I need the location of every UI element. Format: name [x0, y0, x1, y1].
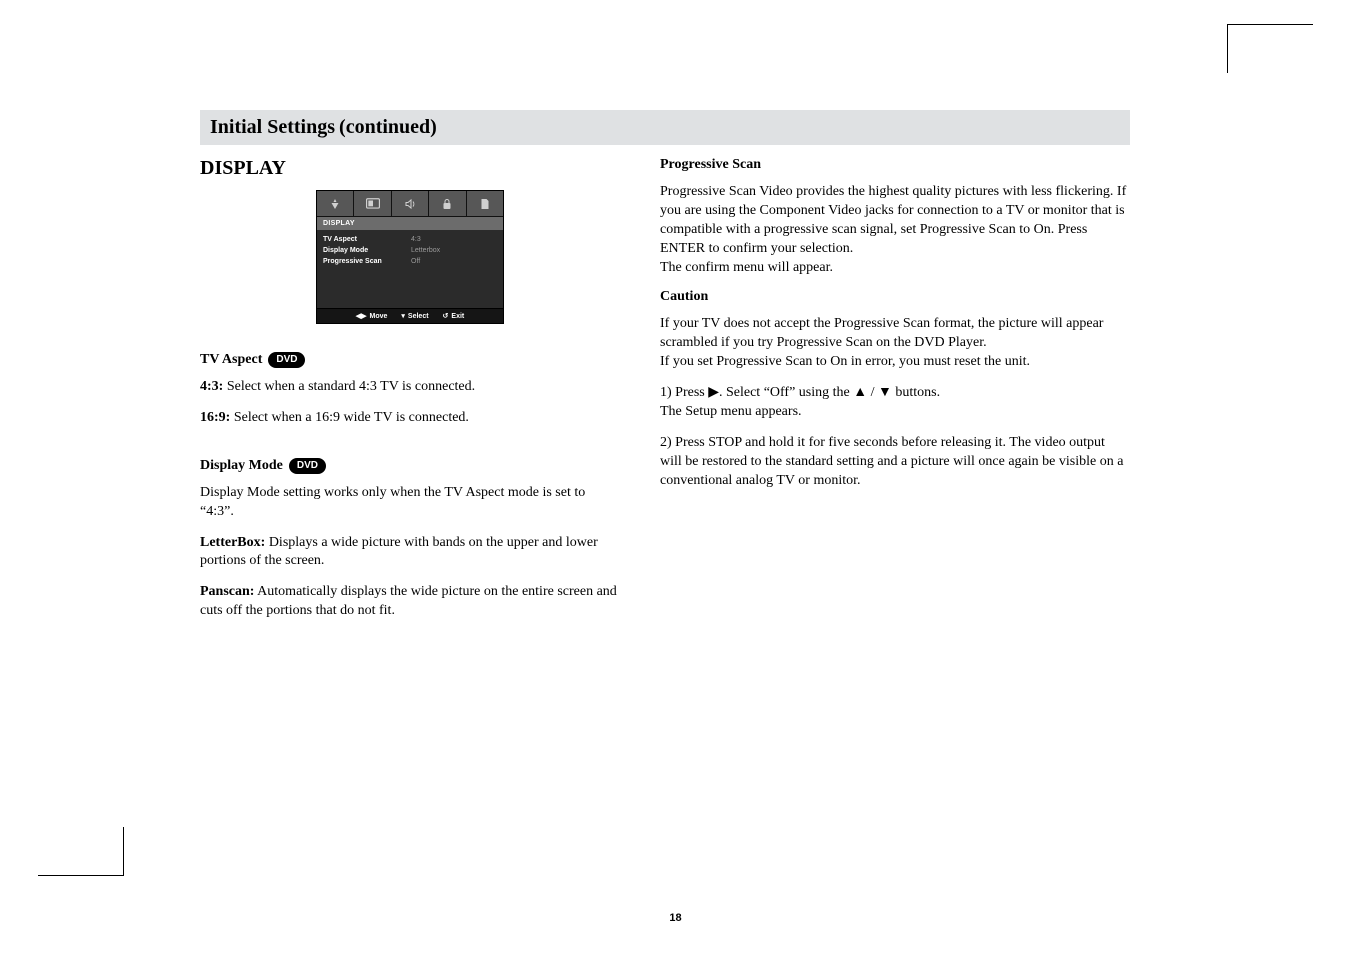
step-1: 1) Press ▶. Select “Off” using the ▲ / ▼…	[660, 384, 1130, 422]
right-column: Progressive Scan Progressive Scan Video …	[640, 157, 1130, 633]
osd-menu-screenshot: DISPLAY TV Aspect 4:3 Display Mode Lette…	[316, 190, 504, 324]
osd-body: TV Aspect 4:3 Display Mode Letterbox Pro…	[317, 230, 503, 308]
dvd-badge: DVD	[268, 352, 305, 368]
osd-tab-row	[317, 191, 503, 217]
dvd-badge: DVD	[289, 458, 326, 474]
paragraph: Display Mode setting works only when the…	[200, 484, 620, 522]
osd-header: DISPLAY	[317, 217, 503, 230]
option-text: Select when a standard 4:3 TV is connect…	[223, 379, 475, 394]
language-icon	[329, 198, 341, 210]
note-icon	[480, 198, 490, 210]
manual-page: Initial Settings (continued) DISPLAY	[200, 110, 1130, 633]
osd-row-label: Progressive Scan	[323, 258, 411, 265]
paragraph: If your TV does not accept the Progressi…	[660, 315, 1130, 372]
crop-mark-top-right	[1227, 24, 1313, 25]
osd-footer: ◀▶ Move ▾Select ↺ Exit	[317, 308, 503, 323]
osd-row-value: Off	[411, 258, 420, 265]
osd-footer-select: ▾Select	[401, 312, 428, 320]
display-icon	[366, 198, 380, 210]
osd-footer-exit-label: Exit	[451, 313, 464, 320]
audio-icon	[404, 198, 416, 210]
subheading-display-mode: Display Mode DVD	[200, 458, 326, 474]
osd-footer-move: ◀▶ Move	[356, 312, 388, 320]
paragraph: Progressive Scan Video provides the high…	[660, 183, 1130, 277]
osd-tab-display	[354, 191, 391, 217]
subheading-tv-aspect: TV Aspect DVD	[200, 352, 305, 368]
subheading-tv-aspect-label: TV Aspect	[200, 352, 262, 368]
paragraph: LetterBox: Displays a wide picture with …	[200, 534, 620, 572]
lock-icon	[442, 198, 452, 210]
osd-tab-others	[467, 191, 503, 217]
osd-row-value: Letterbox	[411, 247, 440, 254]
osd-row: Progressive Scan Off	[323, 256, 497, 267]
option-label: 16:9:	[200, 410, 230, 425]
left-column: DISPLAY	[200, 157, 640, 633]
osd-footer-select-label: Select	[408, 313, 429, 320]
option-label: Panscan:	[200, 584, 254, 599]
page-title-suffix: (continued)	[339, 116, 437, 138]
osd-row: Display Mode Letterbox	[323, 245, 497, 256]
option-text: Select when a 16:9 wide TV is connected.	[230, 410, 469, 425]
section-heading-display: DISPLAY	[200, 157, 620, 180]
step-2: 2) Press STOP and hold it for five secon…	[660, 434, 1130, 491]
osd-footer-exit: ↺ Exit	[443, 312, 465, 320]
option-text: Automatically displays the wide picture …	[200, 584, 617, 618]
osd-tab-language	[317, 191, 354, 217]
crop-mark-bottom-left	[38, 875, 124, 876]
paragraph: 16:9: Select when a 16:9 wide TV is conn…	[200, 409, 620, 428]
subheading-progressive-scan: Progressive Scan	[660, 157, 1130, 173]
osd-row-value: 4:3	[411, 236, 421, 243]
subheading-caution: Caution	[660, 289, 1130, 305]
osd-row-label: TV Aspect	[323, 236, 411, 243]
paragraph: 4:3: Select when a standard 4:3 TV is co…	[200, 378, 620, 397]
osd-row-label: Display Mode	[323, 247, 411, 254]
osd-tab-audio	[392, 191, 429, 217]
osd-footer-move-label: Move	[370, 313, 388, 320]
paragraph: Panscan: Automatically displays the wide…	[200, 583, 620, 621]
option-label: LetterBox:	[200, 535, 265, 550]
page-title-bar: Initial Settings (continued)	[200, 110, 1130, 145]
osd-row: TV Aspect 4:3	[323, 234, 497, 245]
subheading-display-mode-label: Display Mode	[200, 458, 283, 474]
page-title-main: Initial Settings	[210, 116, 335, 138]
option-label: 4:3:	[200, 379, 223, 394]
page-number: 18	[669, 912, 681, 924]
osd-tab-lock	[429, 191, 466, 217]
